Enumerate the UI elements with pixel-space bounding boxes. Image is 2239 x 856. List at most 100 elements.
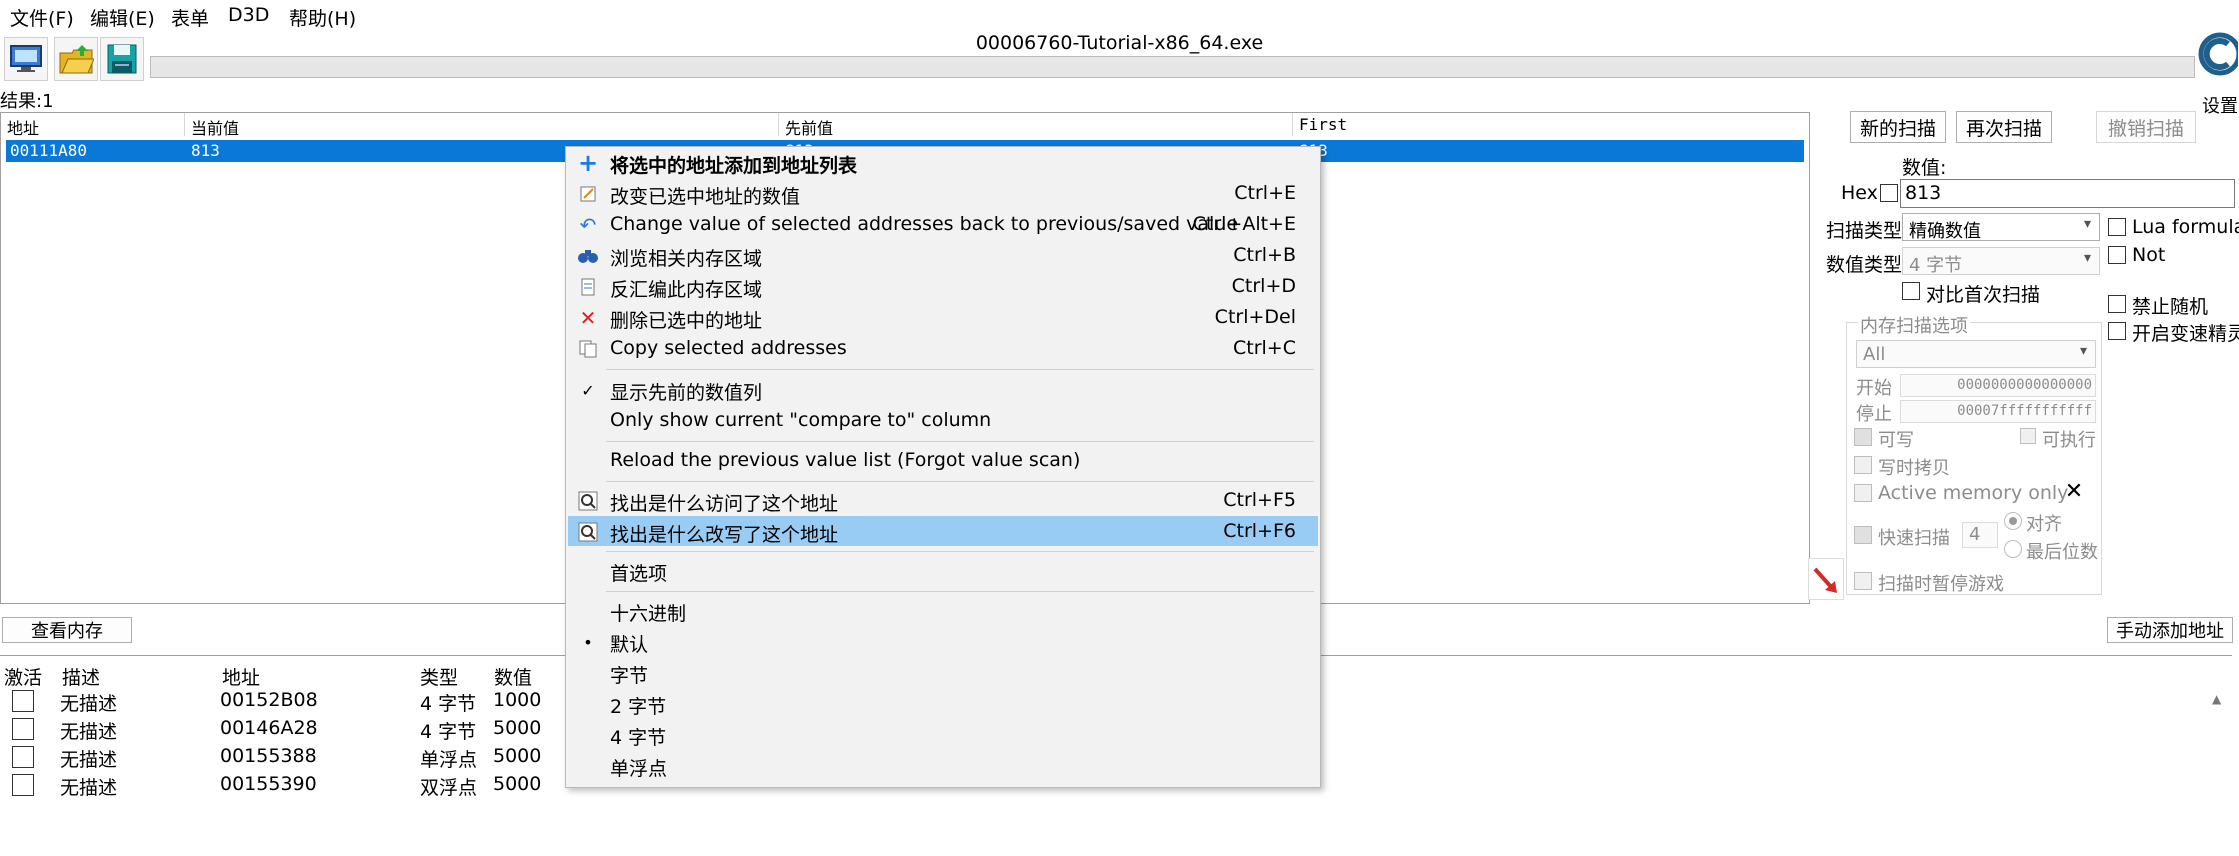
menu-4-bytes[interactable]: 4 字节 (568, 719, 1318, 749)
fast-scan-checkbox[interactable] (1854, 526, 1872, 544)
add-address-manually-button[interactable]: 手动添加地址 (2107, 617, 2233, 643)
hex-checkbox[interactable] (1880, 184, 1898, 202)
active-checkbox[interactable] (12, 690, 34, 712)
row-address: 00155390 (220, 773, 317, 795)
menu-find-write[interactable]: 找出是什么改写了这个地址 Ctrl+F6 (568, 516, 1318, 546)
row-description: 无描述 (60, 777, 118, 799)
new-scan-button[interactable]: 新的扫描 (1850, 111, 1946, 143)
stop-label: 停止 (1856, 404, 1892, 425)
hex-label: Hex (1841, 182, 1878, 204)
menu-item-label: 反汇编此内存区域 (610, 279, 763, 301)
stop-address-input[interactable]: 00007fffffffffff (1900, 400, 2096, 423)
col-first[interactable]: First (1293, 113, 1809, 136)
view-memory-button[interactable]: 查看内存 (2, 617, 132, 643)
menu-2-bytes[interactable]: 2 字节 (568, 688, 1318, 718)
menu-copy-addresses[interactable]: Copy selected addresses Ctrl+C (568, 333, 1318, 363)
add-to-list-arrow-button[interactable] (1808, 558, 1844, 600)
menu-hexadecimal[interactable]: 十六进制 (568, 595, 1318, 625)
plus-icon: + (577, 149, 599, 177)
col-description[interactable]: 描述 (62, 663, 100, 690)
menu-disassemble[interactable]: 反汇编此内存区域 Ctrl+D (568, 271, 1318, 301)
menu-find-access[interactable]: 找出是什么访问了这个地址 Ctrl+F5 (568, 485, 1318, 515)
undo-icon: ↶ (579, 213, 597, 237)
undo-scan-button[interactable]: 撤销扫描 (2096, 111, 2196, 143)
not-checkbox[interactable] (2108, 246, 2126, 264)
address-row[interactable]: 无描述 00146A28 4 字节 5000 (0, 715, 560, 743)
start-address-input[interactable]: 0000000000000000 (1900, 374, 2096, 397)
menu-item-label: 默认 (610, 634, 649, 656)
col-active[interactable]: 激活 (4, 663, 42, 690)
row-value: 5000 (493, 773, 542, 795)
menu-file[interactable]: 文件(F) (10, 4, 74, 31)
menu-default[interactable]: • 默认 (568, 626, 1318, 657)
menu-item-label: 单浮点 (610, 758, 668, 780)
col-current[interactable]: 当前值 (185, 113, 779, 138)
active-checkbox[interactable] (12, 718, 34, 740)
menu-item-label: Only show current "compare to" column (610, 409, 992, 431)
scroll-up-icon[interactable]: ▲ (2212, 692, 2221, 706)
col-type[interactable]: 类型 (420, 663, 458, 690)
menu-separator (606, 481, 1314, 482)
value-type-label: 数值类型 (1826, 254, 1903, 276)
active-checkbox[interactable] (12, 774, 34, 796)
col-address[interactable]: 地址 (1, 113, 185, 138)
row-value: 5000 (493, 745, 542, 767)
col-value[interactable]: 数值 (494, 663, 532, 690)
active-memory-label: Active memory only (1878, 482, 2069, 504)
memory-region-select[interactable]: All ▾ (1856, 340, 2096, 368)
menu-reload-previous-values[interactable]: Reload the previous value list (Forgot v… (568, 445, 1318, 475)
value-type-select[interactable]: 4 字节 ▾ (1902, 247, 2100, 276)
menu-item-label: 4 字节 (610, 727, 667, 749)
address-row[interactable]: 无描述 00155390 双浮点 5000 (0, 771, 560, 799)
address-row[interactable]: 无描述 00152B08 4 字节 1000 (0, 687, 560, 715)
menu-d3d[interactable]: D3D (228, 4, 269, 26)
scan-type-select[interactable]: 精确数值 ▾ (1902, 213, 2100, 242)
executable-checkbox[interactable] (2020, 428, 2036, 444)
last-digits-radio[interactable] (2004, 540, 2022, 558)
row-description: 无描述 (60, 721, 118, 743)
writable-checkbox[interactable] (1854, 428, 1872, 446)
lua-formula-checkbox[interactable] (2108, 218, 2126, 236)
chevron-down-icon: ▾ (2083, 250, 2091, 266)
menu-preferences[interactable]: 首选项 (568, 555, 1318, 585)
col-addr[interactable]: 地址 (222, 663, 260, 690)
disable-random-checkbox[interactable] (2108, 295, 2126, 313)
fast-scan-input[interactable]: 4 (1962, 522, 1998, 548)
menu-only-compare-column[interactable]: Only show current "compare to" column (568, 405, 1318, 435)
close-icon[interactable]: ✕ (2062, 480, 2086, 504)
settings-label[interactable]: 设置 (2202, 92, 2238, 118)
next-scan-button[interactable]: 再次扫描 (1956, 111, 2052, 143)
row-value: 5000 (493, 717, 542, 739)
menu-browse-memory[interactable]: 浏览相关内存区域 Ctrl+B (568, 240, 1318, 270)
menu-byte[interactable]: 字节 (568, 657, 1318, 687)
menu-add-to-address-list[interactable]: + 将选中的地址添加到地址列表 (568, 147, 1318, 177)
menu-separator (606, 551, 1314, 552)
menu-change-value[interactable]: 改变已选中地址的数值 Ctrl+E (568, 178, 1318, 208)
menu-help[interactable]: 帮助(H) (289, 4, 356, 31)
copy-on-write-checkbox[interactable] (1854, 456, 1872, 474)
row-address: 00152B08 (220, 689, 318, 711)
address-row[interactable]: 无描述 00155388 单浮点 5000 (0, 743, 560, 771)
disable-random-label: 禁止随机 (2132, 296, 2209, 318)
menu-item-shortcut: Ctrl+F6 (1223, 520, 1296, 542)
active-checkbox[interactable] (12, 746, 34, 768)
menu-float[interactable]: 单浮点 (568, 750, 1318, 780)
menu-edit[interactable]: 编辑(E) (90, 4, 155, 31)
value-input[interactable]: 813 (1900, 179, 2235, 208)
speedhack-checkbox[interactable] (2108, 322, 2126, 340)
active-memory-checkbox[interactable] (1854, 484, 1872, 502)
menu-separator (606, 591, 1314, 592)
menu-item-shortcut: Ctrl+B (1233, 244, 1296, 266)
cheat-engine-logo-icon[interactable] (2196, 30, 2239, 80)
menu-item-label: 2 字节 (610, 696, 667, 718)
menu-item-label: 十六进制 (610, 603, 687, 625)
menu-delete-selected[interactable]: ✕ 删除已选中的地址 Ctrl+Del (568, 302, 1318, 332)
menu-show-previous-column[interactable]: ✓ 显示先前的数值列 (568, 374, 1318, 405)
col-previous[interactable]: 先前值 (779, 113, 1293, 138)
pause-game-checkbox[interactable] (1854, 572, 1872, 590)
menu-restore-previous-value[interactable]: ↶ Change value of selected addresses bac… (568, 209, 1318, 239)
align-radio[interactable] (2004, 512, 2022, 530)
menu-table[interactable]: 表单 (171, 4, 209, 31)
compare-first-checkbox[interactable] (1902, 282, 1920, 300)
row-address: 00155388 (220, 745, 317, 767)
